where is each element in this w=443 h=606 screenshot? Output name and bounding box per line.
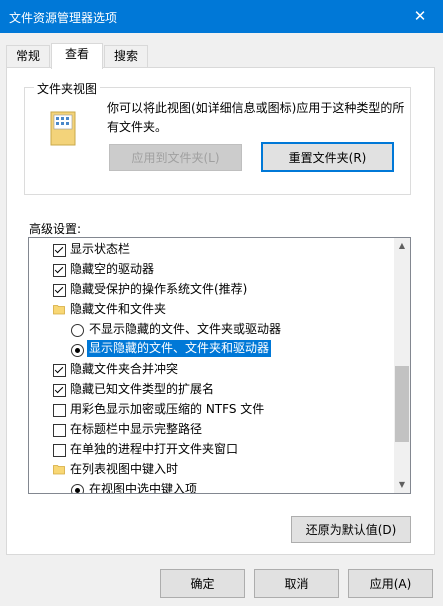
tab-view[interactable]: 查看 (51, 43, 103, 69)
scroll-up-icon[interactable]: ▲ (394, 238, 410, 254)
advanced-settings-label: 高级设置: (29, 222, 82, 236)
setting-show-status-bar[interactable]: 显示状态栏 (29, 239, 395, 259)
option-label: 在视图中选中键入项 (89, 482, 198, 493)
setting-hide-protected-os-files[interactable]: 隐藏受保护的操作系统文件(推荐) (29, 279, 395, 299)
restore-defaults-button[interactable]: 还原为默认值(D) (291, 516, 411, 543)
setting-hide-empty-drives[interactable]: 隐藏空的驱动器 (29, 259, 395, 279)
tab-search[interactable]: 搜索 (104, 45, 148, 67)
group-typing-in-list-view: 在列表视图中键入时 (29, 459, 395, 479)
option-dont-show-hidden[interactable]: 不显示隐藏的文件、文件夹或驱动器 (29, 319, 395, 339)
close-icon[interactable]: ✕ (397, 0, 443, 33)
checkbox-checked-icon[interactable] (53, 364, 66, 377)
checkbox-checked-icon[interactable] (53, 244, 66, 257)
tab-general[interactable]: 常规 (6, 45, 50, 67)
setting-full-path-title-bar[interactable]: 在标题栏中显示完整路径 (29, 419, 395, 439)
vertical-scrollbar[interactable]: ▲ ▼ (394, 238, 410, 493)
radio-checked-icon[interactable] (71, 484, 84, 493)
setting-label: 在单独的进程中打开文件夹窗口 (70, 442, 239, 456)
setting-label: 隐藏文件夹合并冲突 (70, 362, 179, 376)
checkbox-unchecked-icon[interactable] (53, 404, 66, 417)
option-label: 不显示隐藏的文件、文件夹或驱动器 (89, 322, 282, 336)
scroll-down-icon[interactable]: ▼ (394, 477, 410, 493)
advanced-settings-list[interactable]: 显示状态栏 隐藏空的驱动器 隐藏受保护的操作系统文件(推荐) 隐藏文件和文件夹 … (28, 237, 411, 494)
setting-label: 隐藏空的驱动器 (70, 262, 155, 276)
checkbox-checked-icon[interactable] (53, 284, 66, 297)
folder-icon (53, 465, 65, 475)
apply-button[interactable]: 应用(A) (348, 569, 433, 598)
option-label-selected: 显示隐藏的文件、文件夹和驱动器 (87, 340, 272, 357)
folder-view-description: 你可以将此视图(如详细信息或图标)应用于这种类型的所有文件夹。 (107, 101, 405, 134)
checkbox-checked-icon[interactable] (53, 264, 66, 277)
option-select-typed-item[interactable]: 在视图中选中键入项 (29, 479, 395, 493)
title-bar: 文件资源管理器选项 ✕ (0, 0, 443, 33)
radio-unchecked-icon[interactable] (71, 324, 84, 337)
setting-label: 显示状态栏 (70, 242, 131, 256)
setting-hide-known-extensions[interactable]: 隐藏已知文件类型的扩展名 (29, 379, 395, 399)
checkbox-unchecked-icon[interactable] (53, 424, 66, 437)
setting-label: 隐藏受保护的操作系统文件(推荐) (70, 282, 248, 296)
group-label: 在列表视图中键入时 (70, 462, 179, 476)
folder-view-title: 文件夹视图 (34, 80, 101, 97)
window-title: 文件资源管理器选项 (9, 11, 118, 25)
setting-separate-process[interactable]: 在单独的进程中打开文件夹窗口 (29, 439, 395, 459)
group-label: 隐藏文件和文件夹 (70, 302, 167, 316)
reset-folders-button[interactable]: 重置文件夹(R) (261, 142, 394, 172)
radio-checked-icon[interactable] (71, 344, 84, 357)
ok-button[interactable]: 确定 (160, 569, 245, 598)
folder-icon (53, 305, 65, 315)
apply-to-folders-button[interactable]: 应用到文件夹(L) (109, 144, 242, 171)
checkbox-unchecked-icon[interactable] (53, 444, 66, 457)
setting-label: 用彩色显示加密或压缩的 NTFS 文件 (70, 402, 265, 416)
folder-view-icon (50, 111, 76, 146)
setting-color-ntfs-files[interactable]: 用彩色显示加密或压缩的 NTFS 文件 (29, 399, 395, 419)
scrollbar-thumb[interactable] (395, 366, 409, 442)
setting-label: 隐藏已知文件类型的扩展名 (70, 382, 215, 396)
cancel-button[interactable]: 取消 (254, 569, 339, 598)
setting-hide-folder-merge-conflicts[interactable]: 隐藏文件夹合并冲突 (29, 359, 395, 379)
group-hidden-files-and-folders: 隐藏文件和文件夹 (29, 299, 395, 319)
setting-label: 在标题栏中显示完整路径 (70, 422, 203, 436)
checkbox-checked-icon[interactable] (53, 384, 66, 397)
advanced-settings-items: 显示状态栏 隐藏空的驱动器 隐藏受保护的操作系统文件(推荐) 隐藏文件和文件夹 … (29, 238, 395, 493)
option-show-hidden[interactable]: 显示隐藏的文件、文件夹和驱动器 (29, 339, 395, 359)
